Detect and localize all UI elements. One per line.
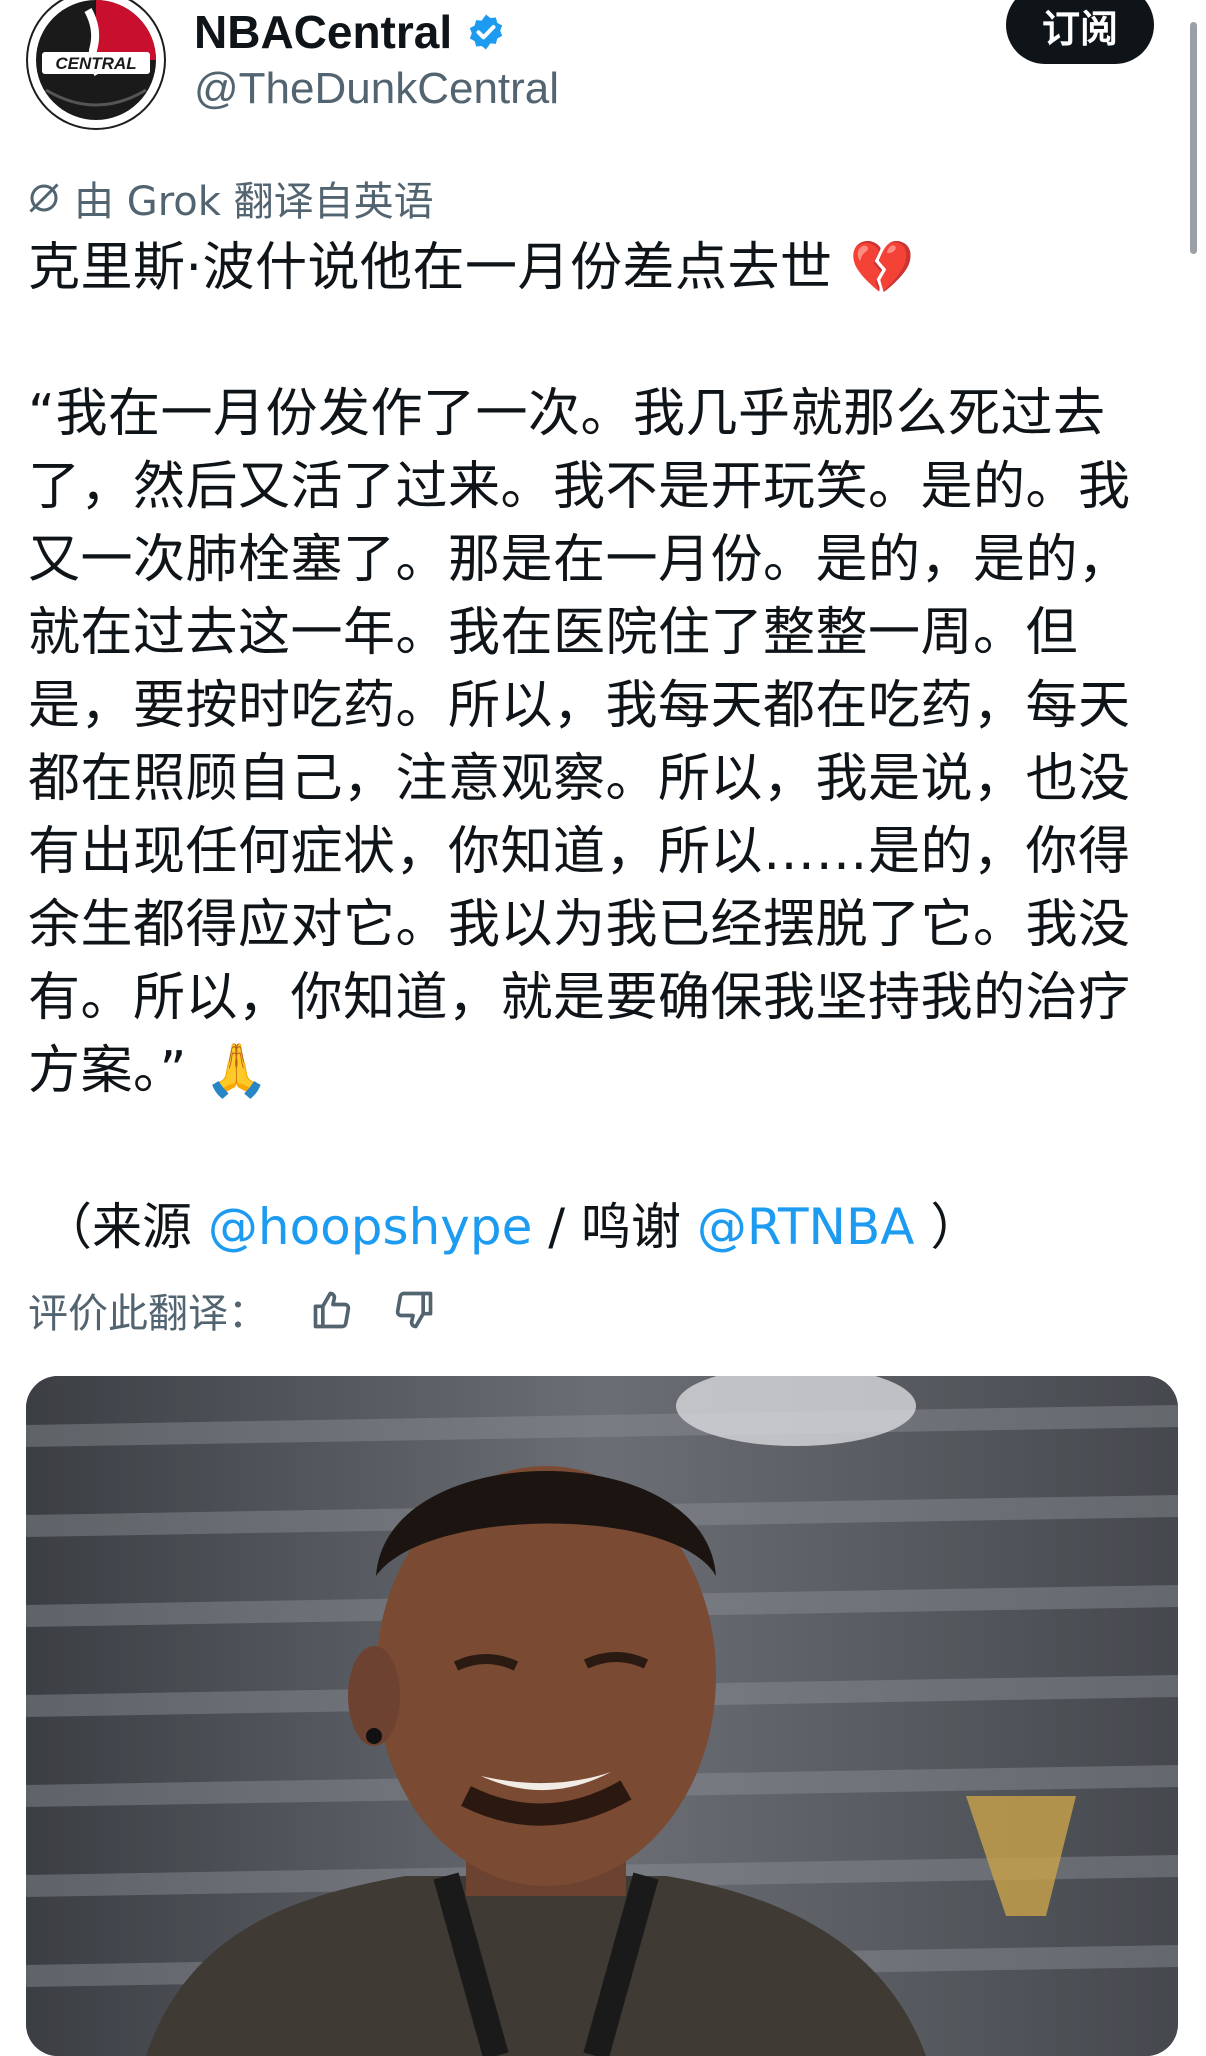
broken-heart-emoji: 💔 <box>849 238 915 298</box>
rate-translation: 评价此翻译： <box>28 1282 436 1338</box>
display-name[interactable]: NBACentral <box>194 5 452 59</box>
translation-note-text: 由 Grok 翻译自英语 <box>74 179 434 225</box>
hoopshype-link[interactable]: @hoopshype <box>208 1198 532 1256</box>
translation-note: 由 Grok 翻译自英语 <box>26 172 434 225</box>
nba-central-logo: CENTRAL <box>28 0 164 128</box>
source-separator: / 鸣谢 <box>532 1198 697 1256</box>
tweet-photo[interactable] <box>26 1376 1178 2056</box>
subscribe-button[interactable]: 订阅 <box>1006 0 1154 64</box>
thumbs-down-icon[interactable] <box>392 1288 436 1332</box>
scrollbar[interactable] <box>1190 22 1197 254</box>
folded-hands-emoji: 🙏 <box>203 1041 270 1101</box>
source-credit: （来源 @hoopshype / 鸣谢 @RTNBA ） <box>42 1194 980 1260</box>
author-display-name-row[interactable]: NBACentral <box>194 2 506 62</box>
verified-badge-icon <box>469 14 503 50</box>
source-close: ） <box>914 1198 981 1256</box>
author-handle[interactable]: @TheDunkCentral <box>194 64 559 114</box>
photo-illustration <box>26 1376 1178 2056</box>
source-open: （来源 <box>42 1198 208 1256</box>
logo-lettering: CENTRAL <box>55 54 136 73</box>
rtnba-link[interactable]: @RTNBA <box>697 1198 915 1256</box>
translate-off-icon <box>29 183 59 213</box>
avatar[interactable]: CENTRAL <box>26 0 166 130</box>
tweet-headline: 克里斯·波什说他在一月份差点去世 <box>28 238 833 298</box>
tweet-quote: “我在一月份发作了一次。我几乎就那么死过去了，然后又活了过来。我不是开玩笑。是的… <box>28 384 1131 1101</box>
thumbs-up-icon[interactable] <box>310 1288 354 1332</box>
rate-translation-label: 评价此翻译： <box>28 1291 268 1337</box>
tweet-text: 克里斯·波什说他在一月份差点去世 💔 “我在一月份发作了一次。我几乎就那么死过去… <box>28 232 1178 1108</box>
